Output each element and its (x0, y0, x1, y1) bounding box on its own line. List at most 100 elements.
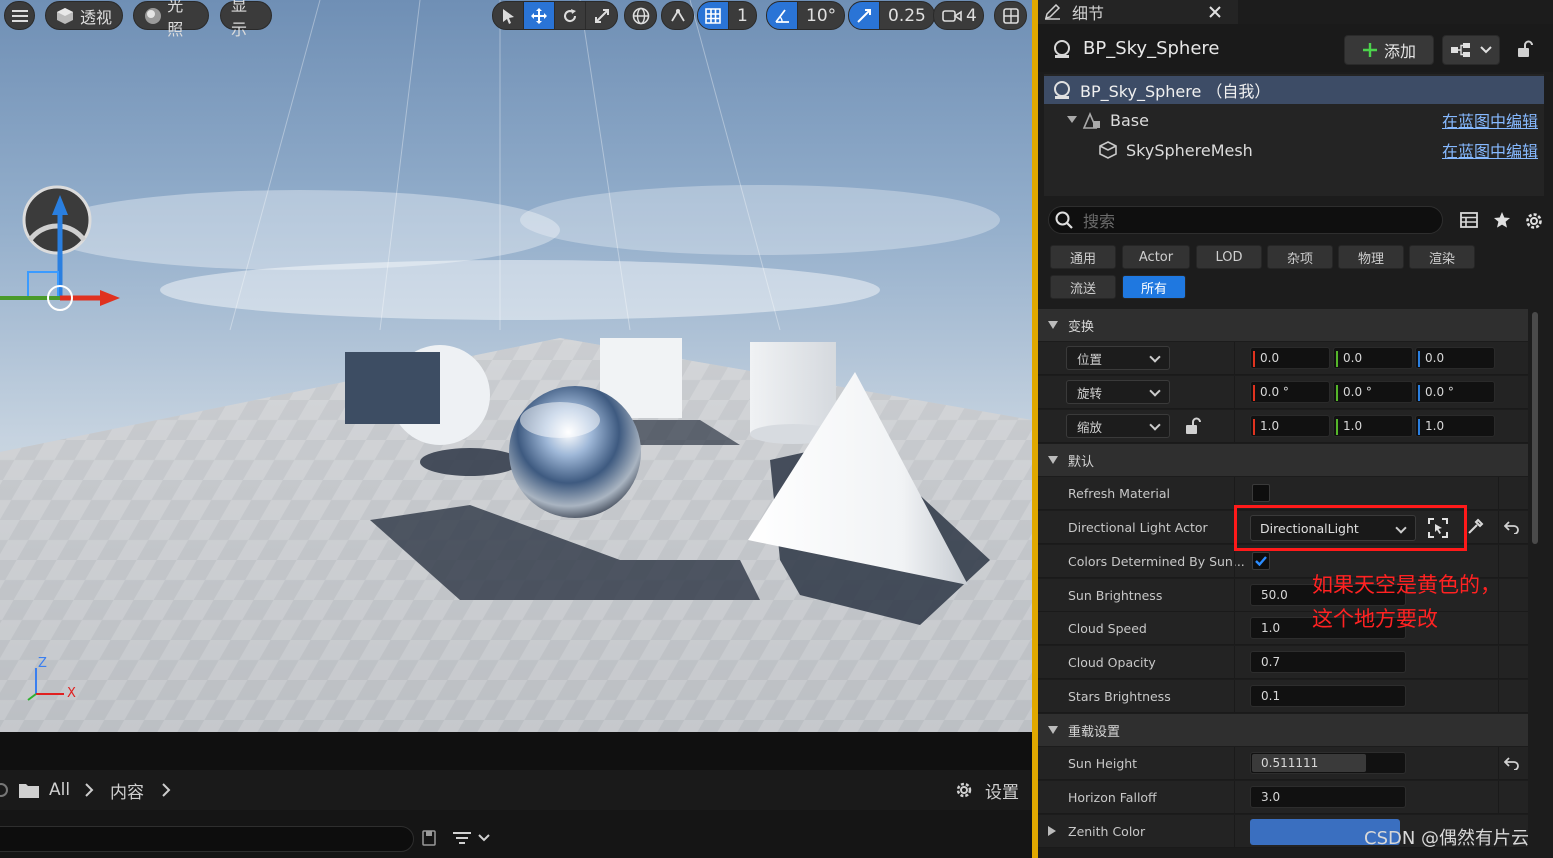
filter-tab-all[interactable]: 所有 (1122, 275, 1186, 299)
show-button[interactable]: 显示 (220, 0, 272, 39)
grid-snap-toggle[interactable] (698, 2, 729, 29)
details-scrollbar[interactable] (1532, 312, 1538, 544)
unlock-icon[interactable] (1184, 417, 1202, 435)
reset-to-default-icon[interactable] (1504, 520, 1520, 534)
move-icon (531, 7, 547, 24)
grid-snap-value[interactable]: 1 (729, 6, 756, 26)
filter-tab-common[interactable]: 通用 (1050, 245, 1116, 269)
surface-snap-button[interactable] (662, 2, 693, 29)
path-folder[interactable]: 内容 (110, 778, 144, 803)
add-component-button[interactable]: 添加 (1344, 35, 1434, 65)
lit-mode-button[interactable]: 光照 (133, 0, 209, 39)
refresh-material-checkbox[interactable] (1252, 484, 1270, 502)
blueprint-options-button[interactable] (1442, 35, 1500, 65)
show-label: 显示 (231, 0, 248, 39)
details-search-input[interactable]: 搜索 (1048, 206, 1443, 234)
section-transform[interactable]: 变换 (1038, 309, 1528, 341)
scale-mode-dropdown[interactable]: 缩放 (1066, 414, 1170, 438)
gear-icon[interactable] (1524, 211, 1544, 231)
camera-speed-button[interactable]: 4 (933, 1, 984, 30)
filter-tab-label: 所有 (1140, 281, 1167, 297)
horizon-falloff-field[interactable]: 3.0 (1250, 786, 1406, 808)
filter-tab-physics[interactable]: 物理 (1338, 245, 1404, 269)
star-icon[interactable] (1493, 211, 1511, 229)
history-icon[interactable] (0, 783, 8, 797)
rotation-x-field[interactable]: 0.0 ° (1250, 381, 1330, 403)
settings-button[interactable]: 设置 (985, 778, 1019, 803)
world-space-button[interactable] (625, 2, 656, 29)
rotation-snap-toggle[interactable] (767, 2, 798, 29)
location-z-field[interactable]: 0.0 (1415, 347, 1495, 369)
cloud-opacity-field[interactable]: 0.7 (1250, 651, 1406, 673)
tree-item-base[interactable]: Base 在蓝图中编辑 (1044, 106, 1544, 134)
translate-tool-button[interactable] (524, 2, 555, 29)
filter-tab-streaming[interactable]: 流送 (1050, 275, 1116, 299)
filter-tab-label: LOD (1215, 249, 1243, 265)
grid-snap-group: 1 (697, 1, 757, 30)
chevron-right-icon[interactable] (161, 783, 171, 797)
filter-tab-misc[interactable]: 杂项 (1267, 245, 1333, 269)
rotation-label: 旋转 (1077, 385, 1103, 401)
expand-triangle-icon[interactable] (1066, 115, 1078, 125)
tree-item-mesh[interactable]: SkySphereMesh 在蓝图中编辑 (1044, 136, 1544, 164)
rotation-snap-value[interactable]: 10° (798, 6, 844, 26)
scale-z-field[interactable]: 1.0 (1415, 415, 1495, 437)
content-search-input[interactable] (0, 826, 414, 852)
scale-tool-button[interactable] (586, 2, 617, 29)
filter-icon[interactable] (452, 830, 492, 846)
rotation-z-field[interactable]: 0.0 ° (1415, 381, 1495, 403)
viewport-scene[interactable] (0, 0, 1032, 732)
location-x-field[interactable]: 0.0 (1250, 347, 1330, 369)
details-tab[interactable]: 细节 (1038, 0, 1238, 24)
section-override[interactable]: 重载设置 (1038, 714, 1528, 746)
filter-tab-lod[interactable]: LOD (1196, 245, 1262, 269)
viewport-menu-button[interactable] (4, 1, 35, 30)
component-tree: BP_Sky_Sphere （自我） Base 在蓝图中编辑 SkySphere… (1044, 74, 1544, 196)
level-viewport[interactable]: Z X 透视 光照 显示 1 10° 0.25 4 (0, 0, 1032, 732)
cursor-icon (503, 8, 514, 24)
property-row-sun-height: Sun Height 0.511111 (1038, 747, 1528, 780)
layout-button[interactable] (995, 2, 1026, 29)
viewport-layout-button[interactable] (994, 1, 1027, 30)
stars-brightness-field[interactable]: 0.1 (1250, 685, 1406, 707)
add-component-label: 添加 (1383, 42, 1416, 61)
surface-snap-toggle[interactable] (661, 1, 694, 30)
details-panel: 细节 BP_Sky_Sphere 添加 BP_Sky_Sphere （自我） B… (1038, 0, 1553, 858)
view-mode-button[interactable]: 透视 (45, 1, 123, 30)
scale-y-field[interactable]: 1.0 (1333, 415, 1413, 437)
actor-name: BP_Sky_Sphere (1083, 38, 1220, 59)
edit-in-blueprint-link-base[interactable]: 在蓝图中编辑 (1442, 108, 1538, 132)
location-mode-dropdown[interactable]: 位置 (1066, 346, 1170, 370)
lock-icon[interactable] (1516, 40, 1534, 58)
path-root[interactable]: All (49, 780, 70, 800)
edit-in-blueprint-link-mesh[interactable]: 在蓝图中编辑 (1442, 138, 1538, 162)
annotation-text-line2: 这个地方要改 (1312, 607, 1438, 631)
reset-to-default-icon[interactable] (1504, 756, 1520, 770)
save-icon[interactable] (422, 830, 436, 846)
location-y-field[interactable]: 0.0 (1333, 347, 1413, 369)
filter-tab-rendering[interactable]: 渲染 (1409, 245, 1475, 269)
annotation-text-line1: 如果天空是黄色的， (1312, 573, 1501, 597)
scale-snap-value[interactable]: 0.25 (880, 6, 934, 26)
filter-tab-actor[interactable]: Actor (1122, 245, 1190, 269)
world-local-toggle[interactable] (624, 1, 657, 30)
colors-by-sun-checkbox[interactable] (1252, 552, 1270, 570)
tree-item-self[interactable]: BP_Sky_Sphere （自我） (1044, 76, 1544, 104)
sun-height-value: 0.511111 (1261, 756, 1319, 770)
rotation-y-field[interactable]: 0.0 ° (1333, 381, 1413, 403)
section-default[interactable]: 默认 (1038, 444, 1528, 476)
sun-height-label: Sun Height (1068, 756, 1138, 771)
tree-self-label: BP_Sky_Sphere （自我） (1080, 82, 1271, 101)
eyedropper-icon[interactable] (1466, 518, 1484, 536)
expand-triangle-icon[interactable] (1048, 826, 1056, 836)
table-view-icon[interactable] (1460, 212, 1478, 228)
chevron-down-icon (1480, 46, 1492, 54)
scale-x-field[interactable]: 1.0 (1250, 415, 1330, 437)
sun-height-slider[interactable]: 0.511111 (1250, 752, 1406, 774)
rotate-tool-button[interactable] (555, 2, 586, 29)
close-icon[interactable] (1209, 6, 1221, 18)
property-row-stars-brightness: Stars Brightness 0.1 (1038, 680, 1528, 713)
rotation-mode-dropdown[interactable]: 旋转 (1066, 380, 1170, 404)
select-tool-button[interactable] (493, 2, 524, 29)
scale-snap-toggle[interactable] (849, 2, 880, 29)
